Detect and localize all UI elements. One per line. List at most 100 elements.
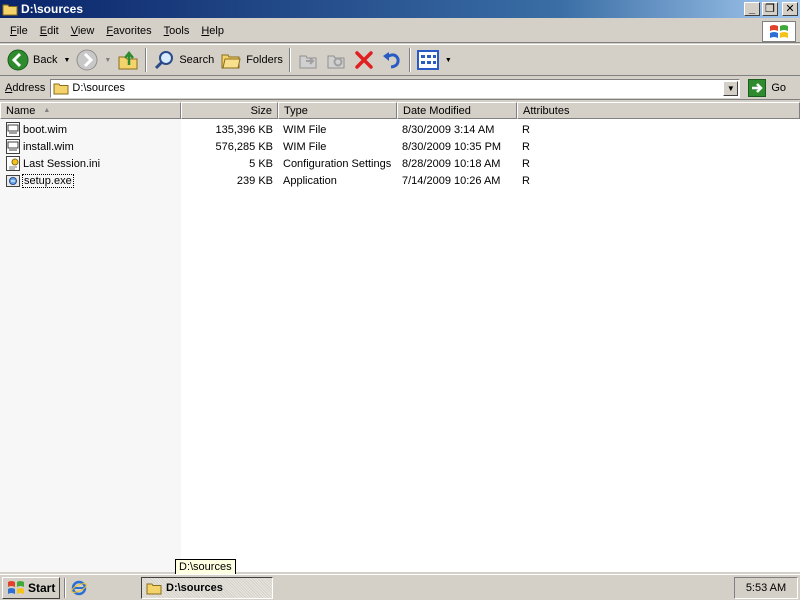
file-row-boot-wim[interactable]: boot.wim 135,396 KB WIM File 8/30/2009 3… [0, 121, 617, 138]
clock-time: 5:53 AM [745, 582, 787, 594]
taskbar: Start D:\sources 5:53 AM [0, 574, 800, 600]
file-date-modified: 8/28/2009 10:18 AM [402, 157, 501, 170]
file-date-modified: 7/14/2009 10:26 AM [402, 174, 501, 187]
file-name: boot.wim [23, 123, 68, 136]
menu-view[interactable]: View [65, 23, 101, 39]
windows-logo-icon [762, 21, 796, 42]
wim-file-icon [6, 139, 20, 154]
file-type: WIM File [283, 140, 327, 153]
column-header-label: Name [6, 104, 36, 117]
internet-explorer-icon[interactable] [70, 579, 88, 597]
file-list[interactable]: Name ▲ Size Type Date Modified Attribute… [0, 102, 800, 572]
folders-icon [221, 54, 241, 69]
address-dropdown-button[interactable]: ▼ [723, 80, 739, 96]
column-header-date-modified[interactable]: Date Modified [397, 102, 517, 119]
column-header-type[interactable]: Type [278, 102, 397, 119]
delete-button[interactable] [350, 46, 378, 74]
move-to-icon [299, 55, 317, 69]
forward-arrow-icon [76, 49, 98, 71]
sort-ascending-icon: ▲ [43, 107, 51, 114]
undo-icon [382, 52, 400, 69]
column-header-label: Size [250, 104, 272, 117]
taskbar-window-button[interactable]: D:\sources [141, 577, 273, 599]
file-size: 576,285 KB [215, 140, 274, 153]
file-attributes: R [522, 157, 530, 170]
up-folder-button[interactable] [114, 46, 142, 74]
ini-file-icon [6, 156, 20, 171]
toolbar-separator [145, 48, 148, 72]
column-header-size[interactable]: Size [181, 102, 278, 119]
column-header-attributes[interactable]: Attributes [517, 102, 800, 119]
menu-bar: File Edit View Favorites Tools Help [0, 20, 800, 43]
setup-exe-icon [6, 175, 20, 187]
menu-file[interactable]: File [4, 23, 34, 39]
file-row-setup-exe[interactable]: setup.exe 239 KB Application 7/14/2009 1… [0, 172, 617, 189]
search-label: Search [179, 54, 215, 66]
menu-help[interactable]: Help [195, 23, 230, 39]
wim-file-icon [6, 122, 20, 137]
address-label: Address [5, 82, 46, 94]
quicklaunch-separator [64, 577, 67, 598]
address-input[interactable]: D:\sources ▼ [50, 78, 741, 98]
windows-flag-icon [8, 580, 24, 594]
file-row-last-session-ini[interactable]: Last Session.ini 5 KB Configuration Sett… [0, 155, 617, 172]
file-name: Last Session.ini [23, 157, 101, 170]
window-title: D:\sources [21, 2, 84, 16]
column-header-label: Type [284, 104, 308, 117]
file-name: install.wim [23, 140, 74, 153]
folder-icon [2, 4, 18, 16]
address-value: D:\sources [72, 82, 125, 94]
back-button[interactable]: Back ▼ [4, 46, 73, 74]
forward-button[interactable]: ▼ [73, 46, 114, 74]
back-arrow-icon [7, 49, 29, 71]
folder-icon [146, 583, 162, 595]
maximize-button[interactable]: ❐ [762, 2, 778, 16]
file-size: 5 KB [249, 157, 273, 170]
menu-tools[interactable]: Tools [158, 23, 196, 39]
search-button[interactable]: Search [150, 46, 217, 74]
column-header-row: Name ▲ Size Type Date Modified Attribute… [0, 102, 800, 119]
file-date-modified: 8/30/2009 10:35 PM [402, 140, 502, 153]
column-header-label: Date Modified [403, 104, 471, 117]
file-size: 135,396 KB [215, 123, 274, 136]
system-tray-clock[interactable]: 5:53 AM [734, 577, 798, 599]
file-type: Application [283, 174, 337, 187]
folders-button[interactable]: Folders [217, 46, 286, 74]
file-attributes: R [522, 140, 530, 153]
folders-label: Folders [246, 54, 283, 66]
views-icon [416, 50, 439, 70]
copy-to-button[interactable] [322, 46, 350, 74]
close-button[interactable]: ✕ [782, 2, 798, 16]
minimize-button[interactable]: _ [744, 2, 760, 16]
column-header-name[interactable]: Name ▲ [0, 102, 181, 119]
file-name: setup.exe [22, 173, 74, 188]
start-button[interactable]: Start [2, 576, 61, 599]
file-type: Configuration Settings [283, 157, 392, 170]
taskbar-tooltip: D:\sources [175, 559, 236, 575]
address-bar: Address D:\sources ▼ Go [0, 77, 800, 100]
move-to-button[interactable] [294, 46, 322, 74]
toolbar-separator [288, 48, 291, 72]
copy-to-icon [327, 55, 345, 69]
file-attributes: R [522, 174, 530, 187]
delete-x-icon [355, 51, 373, 69]
back-label: Back [33, 54, 58, 66]
up-folder-icon [118, 50, 138, 70]
file-row-install-wim[interactable]: install.wim 576,285 KB WIM File 8/30/200… [0, 138, 617, 155]
file-date-modified: 8/30/2009 3:14 AM [402, 123, 495, 136]
folder-icon [53, 83, 69, 95]
go-button[interactable]: Go [748, 79, 786, 97]
undo-button[interactable] [378, 46, 406, 74]
menu-edit[interactable]: Edit [34, 23, 65, 39]
start-label: Start [28, 580, 56, 595]
title-bar[interactable]: D:\sources _ ❐ ✕ [0, 0, 800, 18]
column-header-label: Attributes [523, 104, 570, 117]
go-arrow-icon [748, 79, 767, 97]
views-dropdown-icon[interactable]: ▼ [445, 57, 452, 64]
forward-dropdown-icon[interactable]: ▼ [104, 57, 111, 64]
views-button[interactable]: ▼ [414, 46, 455, 74]
taskbar-window-label: D:\sources [166, 582, 223, 594]
menu-favorites[interactable]: Favorites [100, 23, 157, 39]
file-size: 239 KB [236, 174, 273, 187]
back-dropdown-icon[interactable]: ▼ [63, 57, 70, 64]
